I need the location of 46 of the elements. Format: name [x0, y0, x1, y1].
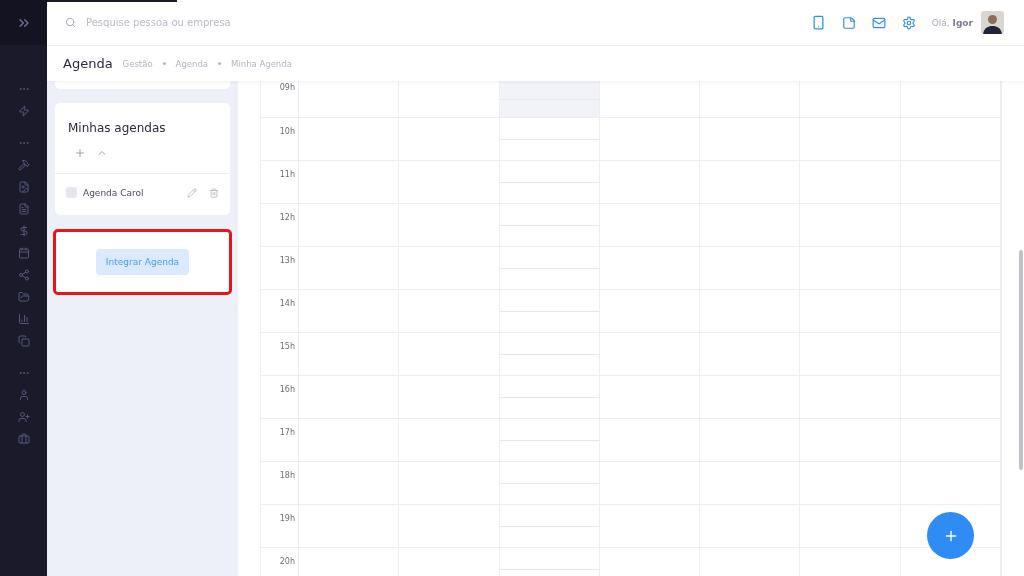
- dollar-icon[interactable]: [17, 225, 30, 237]
- bolt-icon[interactable]: [17, 105, 30, 117]
- card-title: Minhas agendas: [68, 121, 167, 135]
- checkbox[interactable]: [66, 187, 77, 198]
- avatar[interactable]: [981, 11, 1004, 34]
- hour-label: 18h: [261, 462, 299, 504]
- hour-label: 12h: [261, 204, 299, 246]
- hour-label: 15h: [261, 333, 299, 375]
- hour-label: 09h: [261, 81, 299, 117]
- integrate-button[interactable]: Integrar Agenda: [95, 249, 190, 275]
- breadcrumb-link[interactable]: Agenda: [175, 58, 209, 69]
- greeting: Olá, Igor: [931, 17, 973, 28]
- hour-label: 16h: [261, 376, 299, 418]
- network-icon[interactable]: [17, 269, 30, 281]
- hammer-icon[interactable]: [17, 159, 30, 171]
- breadcrumb-link[interactable]: Gestão: [122, 58, 153, 69]
- hour-label: 17h: [261, 419, 299, 461]
- add-icon[interactable]: [74, 147, 86, 159]
- edit-icon[interactable]: [187, 187, 197, 198]
- mail-icon[interactable]: [871, 15, 886, 30]
- agenda-name: Agenda Carol: [83, 187, 145, 198]
- copy-icon[interactable]: [17, 335, 30, 347]
- settings-icon[interactable]: [901, 15, 916, 30]
- chart-icon[interactable]: [17, 313, 30, 325]
- hour-label: 13h: [261, 247, 299, 289]
- hour-label: 14h: [261, 290, 299, 332]
- hour-label: 11h: [261, 161, 299, 203]
- user-icon[interactable]: [17, 389, 30, 401]
- hour-label: 19h: [261, 505, 299, 547]
- phone-icon[interactable]: [810, 15, 826, 30]
- scrollbar-thumb[interactable]: [1019, 250, 1023, 470]
- calendar-icon[interactable]: [17, 247, 30, 259]
- page-title: Agenda: [63, 56, 113, 71]
- add-button[interactable]: [927, 512, 974, 559]
- calendar-cell[interactable]: [499, 81, 600, 117]
- breadcrumb-link[interactable]: Minha Agenda: [231, 58, 292, 69]
- delete-icon[interactable]: [209, 187, 219, 198]
- hour-label: 10h: [261, 118, 299, 160]
- document-icon[interactable]: [17, 203, 30, 215]
- user-plus-icon[interactable]: [17, 411, 30, 423]
- note-icon[interactable]: [841, 15, 856, 30]
- folder-icon[interactable]: [17, 291, 30, 303]
- file-icon[interactable]: [17, 181, 30, 193]
- hour-label: 20h: [261, 548, 299, 576]
- search-icon: [65, 17, 76, 28]
- briefcase-icon[interactable]: [17, 433, 30, 445]
